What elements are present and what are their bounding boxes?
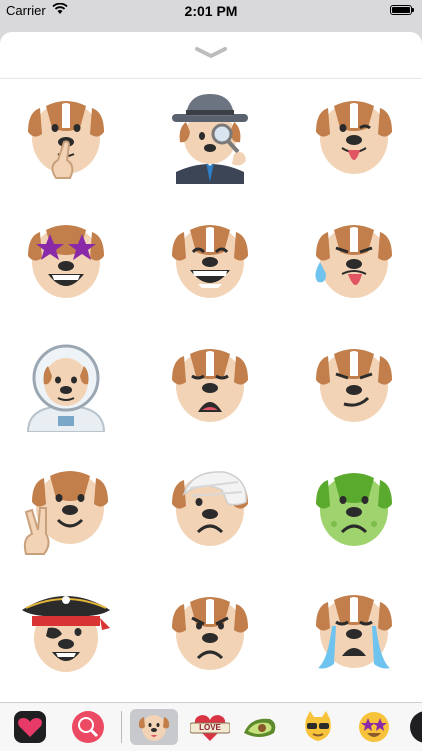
clock: 2:01 PM — [184, 3, 238, 19]
sticker-sheet — [0, 32, 422, 702]
star-eyes-app[interactable] — [356, 709, 392, 745]
avocado-app[interactable] — [240, 709, 280, 745]
sticker-smirk-dog[interactable] — [306, 336, 402, 432]
love-banner-app[interactable]: LOVE — [189, 709, 231, 745]
dog-stickers-app[interactable] — [130, 709, 178, 745]
more-app[interactable] — [408, 709, 422, 745]
battery-icon — [390, 5, 414, 15]
sticker-grid — [0, 80, 422, 700]
tray-divider — [121, 711, 122, 743]
heart-message-app[interactable] — [12, 709, 48, 745]
cool-cat-app[interactable] — [300, 709, 336, 745]
sticker-pirate-dog[interactable] — [18, 584, 114, 680]
sticker-crying-dog[interactable] — [306, 584, 402, 680]
sticker-weary-dog[interactable] — [162, 336, 258, 432]
sticker-bandage-dog[interactable] — [162, 460, 258, 556]
sticker-sweat-tongue-dog[interactable] — [306, 212, 402, 308]
status-bar: Carrier 2:01 PM — [0, 0, 422, 22]
sticker-star-eyes-dog[interactable] — [18, 212, 114, 308]
sticker-shush-dog[interactable] — [18, 88, 114, 184]
sticker-grin-dog[interactable] — [162, 212, 258, 308]
sticker-wink-tongue-dog[interactable] — [306, 88, 402, 184]
love-banner-text: LOVE — [199, 723, 221, 732]
sticker-angry-dog[interactable] — [162, 584, 258, 680]
chevron-down-icon[interactable] — [193, 46, 229, 60]
sticker-peace-dog[interactable] — [18, 460, 114, 556]
sticker-detective-dog[interactable] — [162, 88, 258, 184]
app-tray: LOVE — [0, 702, 422, 751]
world-search-app[interactable] — [70, 709, 106, 745]
sticker-sick-dog[interactable] — [306, 460, 402, 556]
sheet-grabber[interactable] — [0, 32, 422, 79]
sticker-astronaut-dog[interactable] — [18, 336, 114, 433]
